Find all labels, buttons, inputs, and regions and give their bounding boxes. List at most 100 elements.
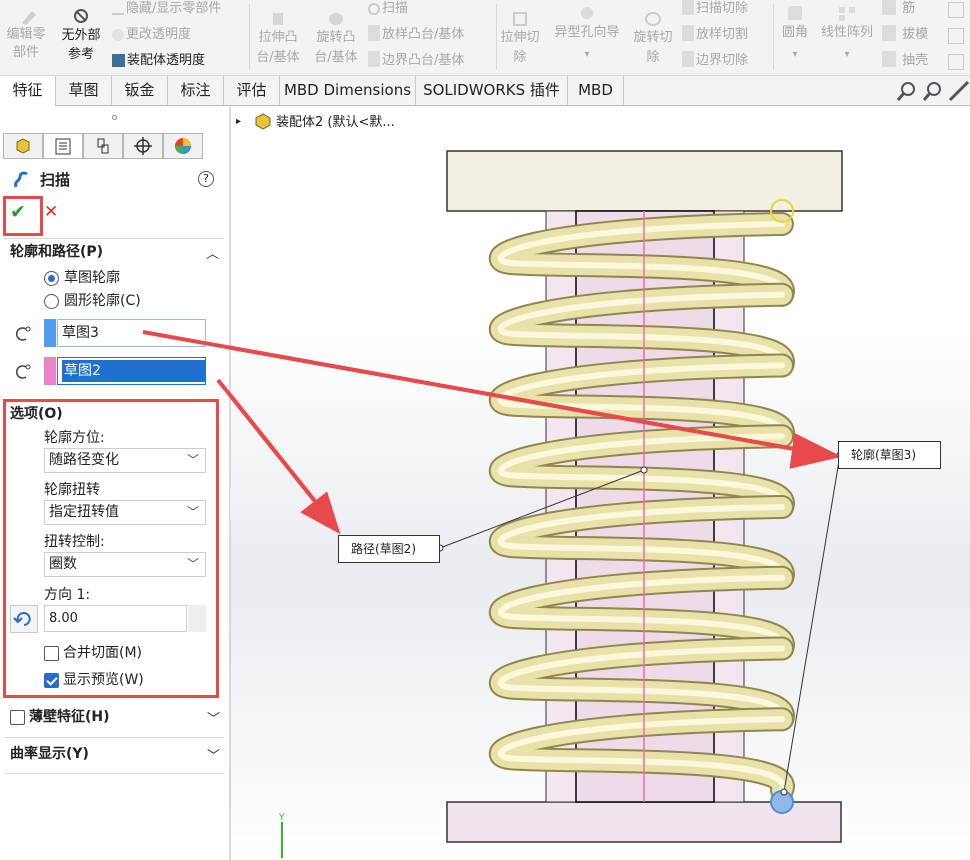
tab-mbd[interactable]: MBD bbox=[568, 76, 624, 106]
extrude-cut-icon bbox=[513, 12, 527, 26]
appearance-pie-icon bbox=[175, 138, 191, 154]
divider bbox=[4, 773, 224, 774]
divider bbox=[4, 737, 224, 738]
help-icon[interactable]: ? bbox=[198, 171, 214, 187]
chevron-down-icon: ﹀ bbox=[186, 557, 199, 571]
extrude-boss-icon bbox=[273, 13, 283, 25]
tab-sheet-metal[interactable]: 钣金 bbox=[112, 76, 168, 106]
change-transparency-button[interactable]: 更改透明度 bbox=[112, 24, 191, 45]
no-external-reference-button[interactable]: 无外部 参考 bbox=[56, 8, 106, 64]
zoom-area-icon[interactable] bbox=[922, 80, 944, 102]
sweep-icon bbox=[368, 3, 380, 15]
profile-orientation-label: 轮廓方位: bbox=[44, 430, 105, 446]
sketch-profile-radio[interactable] bbox=[44, 271, 59, 286]
wrap-icon[interactable] bbox=[948, 2, 964, 18]
ribbon-divider bbox=[249, 4, 250, 70]
tab-sketch[interactable]: 草图 bbox=[56, 76, 112, 106]
boundary-cut-button[interactable]: 边界切除 bbox=[682, 50, 748, 71]
draft-button[interactable]: 拔模 bbox=[882, 24, 928, 45]
hole-wizard-button[interactable]: 异型孔向导 ▾ bbox=[550, 4, 624, 66]
sweep-button[interactable]: 扫描 bbox=[368, 0, 408, 19]
show-preview-checkbox[interactable] bbox=[44, 673, 59, 688]
tab-evaluate[interactable]: 评估 bbox=[224, 76, 280, 106]
assembly-transparency-button[interactable]: 装配体透明度 bbox=[112, 50, 205, 71]
ribbon-divider bbox=[496, 4, 497, 70]
property-list-icon bbox=[55, 138, 71, 155]
section-options[interactable]: 选项(O) bbox=[10, 404, 63, 424]
ok-button[interactable]: ✔ bbox=[10, 202, 26, 222]
path-color-swatch bbox=[44, 357, 56, 385]
display-manager-tab[interactable] bbox=[163, 133, 203, 159]
section-thin-feature[interactable]: 薄壁特征(H) bbox=[29, 707, 110, 727]
shell-button[interactable]: 抽壳 bbox=[882, 50, 928, 71]
configuration-icon bbox=[97, 138, 109, 154]
extrude-boss-button[interactable]: 拉伸凸台/基体 bbox=[253, 10, 303, 68]
twist-control-select[interactable]: 圈数 ﹀ bbox=[44, 552, 206, 577]
loft-boss-button[interactable]: 放样凸台/基体 bbox=[368, 24, 464, 45]
twist-control-label: 扭转控制: bbox=[44, 534, 105, 550]
tab-features[interactable]: 特征 bbox=[0, 76, 56, 106]
sweep-cut-icon bbox=[682, 0, 694, 15]
panel-grip-icon[interactable] bbox=[112, 115, 117, 120]
profile-twist-label: 轮廓扭转 bbox=[44, 482, 100, 498]
extrude-cut-button[interactable]: 拉伸切除 bbox=[499, 10, 541, 68]
merge-faces-checkbox[interactable] bbox=[44, 646, 59, 661]
fillet-button[interactable]: 圆角 ▾ bbox=[778, 4, 812, 66]
boundary-boss-button[interactable]: 边界凸台/基体 bbox=[368, 50, 464, 71]
spin-box-arrows[interactable] bbox=[188, 605, 206, 632]
profile-color-swatch bbox=[44, 319, 56, 347]
profile-orientation-select[interactable]: 随路径变化 ﹀ bbox=[44, 448, 206, 473]
sweep-cut-button[interactable]: 扫描切除 bbox=[682, 0, 748, 19]
rib-icon bbox=[882, 0, 896, 15]
section-curvature-display[interactable]: 曲率显示(Y) bbox=[10, 744, 89, 764]
mirror-icon[interactable] bbox=[948, 54, 964, 70]
profile-selection-field[interactable]: 草图3 bbox=[57, 319, 206, 347]
loft-cut-button[interactable]: 放样切割 bbox=[682, 24, 748, 45]
edit-component-button[interactable]: 编辑零部件 bbox=[6, 8, 52, 62]
feature-manager-tab[interactable] bbox=[3, 133, 43, 159]
reverse-direction-button[interactable] bbox=[10, 605, 38, 633]
revolve-cut-button[interactable]: 旋转切除 bbox=[630, 10, 676, 68]
profile-callout[interactable]: 轮廓(草图3) bbox=[838, 441, 941, 469]
thin-feature-checkbox[interactable] bbox=[10, 710, 25, 725]
boundary-cut-icon bbox=[682, 51, 694, 67]
dropdown-arrow-icon: ▾ bbox=[792, 49, 798, 60]
command-manager-tabs: 特征 草图 钣金 标注 评估 MBD Dimensions SOLIDWORKS… bbox=[0, 76, 970, 106]
chevron-down-icon[interactable]: ﹀ bbox=[207, 745, 220, 764]
draft-icon bbox=[882, 25, 896, 41]
sweep-feature-icon bbox=[14, 171, 28, 188]
chevron-up-icon[interactable]: ︿ bbox=[206, 243, 219, 262]
path-callout[interactable]: 路径(草图2) bbox=[338, 535, 440, 563]
feature-tree-icon bbox=[16, 138, 30, 154]
path-selection-field[interactable]: 草图2 bbox=[57, 357, 206, 385]
configuration-manager-tab[interactable] bbox=[83, 133, 123, 159]
reverse-direction-icon bbox=[13, 612, 31, 626]
rib-button[interactable]: 筋 bbox=[882, 0, 915, 19]
panel-title: 扫描 bbox=[40, 171, 71, 189]
divider bbox=[4, 238, 224, 239]
no-reference-icon bbox=[74, 9, 88, 23]
dropdown-arrow-icon: ▾ bbox=[584, 49, 590, 60]
dropdown-arrow-icon: ▾ bbox=[844, 49, 850, 60]
chevron-down-icon: ﹀ bbox=[186, 505, 199, 519]
section-profile-and-path[interactable]: 轮廓和路径(P) bbox=[10, 242, 103, 262]
intersect-icon[interactable] bbox=[948, 28, 964, 44]
dimxpert-manager-tab[interactable] bbox=[123, 133, 163, 159]
revolve-boss-button[interactable]: 旋转凸台/基体 bbox=[310, 10, 362, 68]
zoom-to-fit-icon[interactable] bbox=[896, 80, 918, 102]
tab-solidworks-addins[interactable]: SOLIDWORKS 插件 bbox=[416, 76, 568, 106]
direction-label: 方向 1: bbox=[44, 587, 91, 603]
linear-pattern-button[interactable]: 线性阵列 ▾ bbox=[817, 4, 877, 66]
merge-faces-label: 合并切面(M) bbox=[63, 645, 143, 661]
hide-show-components-button[interactable]: 隐藏/显示零部件 bbox=[112, 0, 221, 19]
previous-view-icon[interactable] bbox=[948, 80, 970, 102]
shell-icon bbox=[882, 51, 896, 67]
cancel-button[interactable]: ✕ bbox=[44, 202, 58, 222]
property-manager-tab[interactable] bbox=[43, 133, 83, 159]
circular-profile-radio[interactable] bbox=[44, 294, 59, 309]
tab-markup[interactable]: 标注 bbox=[168, 76, 224, 106]
direction-value-input[interactable]: 8.00 bbox=[44, 605, 187, 632]
profile-twist-select[interactable]: 指定扭转值 ﹀ bbox=[44, 500, 206, 525]
tab-mbd-dimensions[interactable]: MBD Dimensions bbox=[280, 76, 416, 106]
chevron-down-icon[interactable]: ﹀ bbox=[207, 708, 220, 727]
